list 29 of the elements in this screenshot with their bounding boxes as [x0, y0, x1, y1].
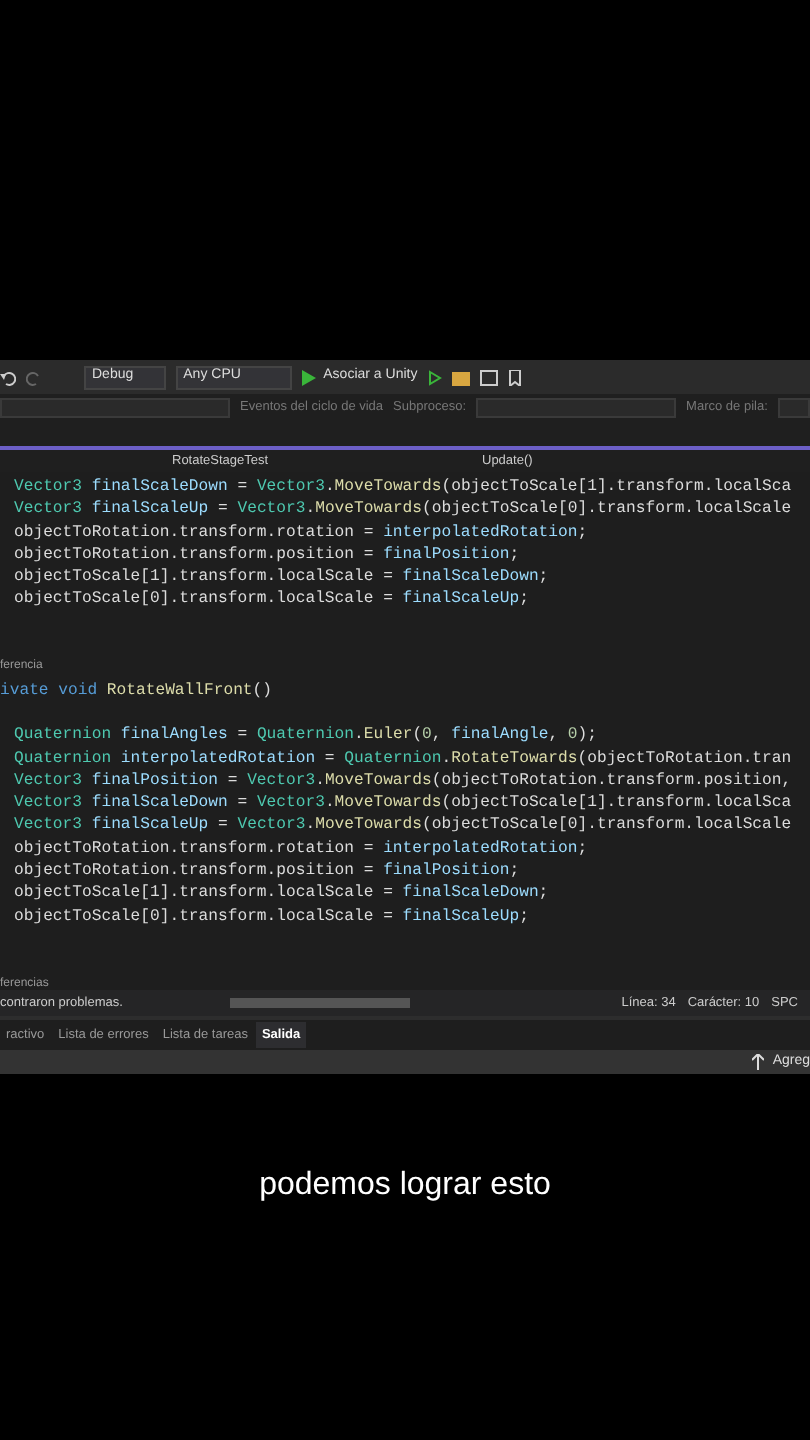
code-line: Quaternion interpolatedRotation = Quaternion.RotateTowards(objectToRotation.tran: [14, 749, 792, 768]
code-line: Vector3 finalScaleUp = Vector3.MoveTowards(objectToScale[0].transform.localScale: [14, 500, 792, 519]
code-line: objectToScale[1].transform.localScale = finalScaleDown;: [14, 568, 549, 587]
video-caption: podemos lograr esto: [257, 1166, 553, 1206]
play-icon: [301, 369, 316, 385]
code-line: objectToRotation.transform.position = finalPosition;: [14, 545, 520, 564]
code-line: objectToScale[1].transform.localScale = finalScaleDown;: [14, 884, 549, 903]
code-line: Vector3 finalScaleDown = Vector3.MoveTowards(objectToScale[1].transform.localSca: [14, 478, 792, 496]
code-line: objectToRotation.transform.rotation = interpolatedRotation;: [14, 523, 588, 542]
code-line: objectToScale[0].transform.localScale = finalScaleUp;: [14, 590, 529, 609]
folder-icon[interactable]: [451, 369, 470, 385]
up-arrow-icon[interactable]: [752, 1054, 765, 1070]
code-line: Vector3 finalScaleDown = Vector3.MoveTowards(objectToScale[1].transform.localSca: [14, 794, 792, 813]
scrollbar[interactable]: [230, 998, 411, 1008]
code-line: ivate void RotateWallFront(): [0, 681, 273, 700]
process-field[interactable]: [0, 397, 230, 417]
code-line: Vector3 finalScaleUp = Vector3.MoveTowards(objectToScale[0].transform.localScale: [14, 816, 792, 835]
code-line: Vector3 finalPosition = Vector3.MoveTowards(objectToRotation.transform.position,: [14, 771, 792, 790]
play-outline-icon[interactable]: [427, 369, 442, 385]
thread-field[interactable]: [476, 397, 677, 417]
code-line: objectToScale[0].transform.localScale = finalScaleUp;: [14, 907, 529, 926]
redo-icon[interactable]: [26, 369, 42, 385]
code-line: objectToRotation.transform.rotation = interpolatedRotation;: [14, 839, 588, 858]
code-line: Quaternion finalAngles = Quaternion.Euler(0, finalAngle, 0);: [14, 726, 597, 745]
bookmark-icon[interactable]: [507, 369, 522, 385]
undo-icon[interactable]: [0, 369, 16, 385]
code-line: objectToRotation.transform.position = finalPosition;: [14, 862, 520, 881]
stack-field[interactable]: [777, 397, 810, 417]
window-icon[interactable]: [479, 369, 498, 385]
